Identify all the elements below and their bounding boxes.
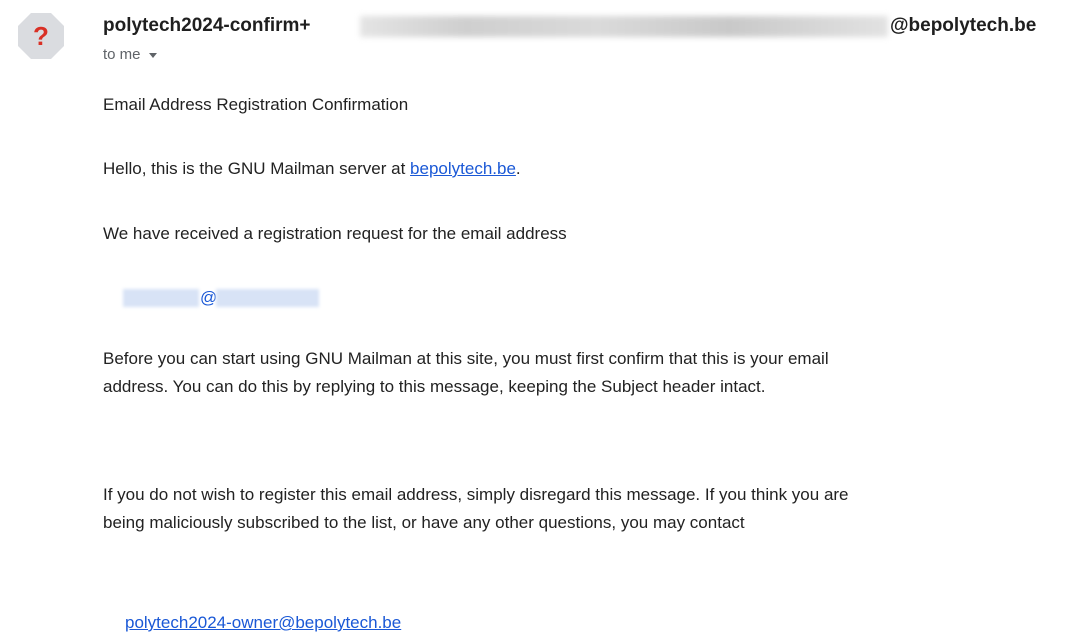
- email-message-view: ? polytech2024-confirm+ @bepolytech.be t…: [0, 0, 1067, 635]
- sender-avatar[interactable]: ?: [17, 12, 65, 60]
- redacted-address-domain: [216, 289, 319, 307]
- sender-domain[interactable]: @bepolytech.be: [890, 14, 1036, 38]
- sender-line: polytech2024-confirm+ @bepolytech.be: [103, 14, 1065, 38]
- greeting-text: Hello, this is the GNU Mailman server at: [103, 159, 411, 178]
- recipient-details-toggle[interactable]: to me: [103, 45, 157, 65]
- greeting-period: .: [515, 159, 521, 178]
- greeting-paragraph: Hello, this is the GNU Mailman server at…: [103, 155, 521, 183]
- avatar-glyph: ?: [33, 21, 49, 51]
- address-at-sign: @: [200, 288, 218, 307]
- confirm-instructions-paragraph: Before you can start using GNU Mailman a…: [103, 349, 829, 396]
- body-heading: Email Address Registration Confirmation: [103, 95, 409, 114]
- recipient-label: to me: [103, 46, 141, 63]
- redacted-address-local-part: [123, 289, 199, 307]
- server-domain-link[interactable]: bepolytech.be: [410, 159, 516, 178]
- unknown-sender-octagon-icon: ?: [18, 13, 64, 59]
- request-paragraph: We have received a registration request …: [103, 224, 567, 243]
- owner-email-link[interactable]: polytech2024-owner@bepolytech.be: [125, 613, 401, 632]
- caret-down-icon[interactable]: [148, 53, 157, 58]
- disregard-paragraph: If you do not wish to register this emai…: [103, 485, 849, 532]
- registered-address[interactable]: @: [103, 284, 403, 312]
- sender-name[interactable]: polytech2024-confirm+: [103, 14, 311, 38]
- owner-contact: polytech2024-owner@bepolytech.be: [125, 609, 401, 635]
- redacted-sender-segment: [360, 16, 888, 37]
